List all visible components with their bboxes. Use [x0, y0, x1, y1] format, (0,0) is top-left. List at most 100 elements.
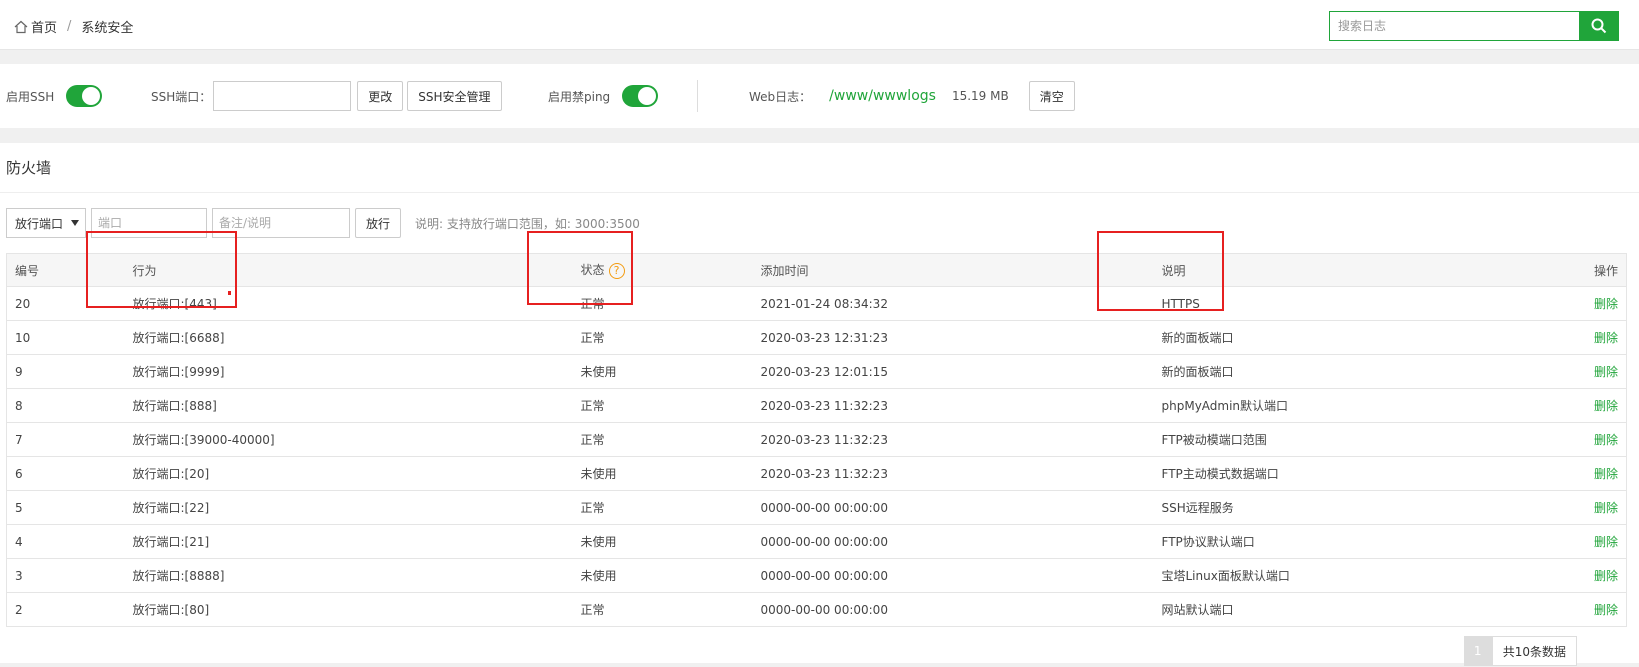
- cell-desc: phpMyAdmin默认端口: [1153, 388, 1527, 423]
- cell-time: 2020-03-23 11:32:23: [752, 456, 1154, 491]
- cell-desc: FTP被动模端口范围: [1153, 422, 1527, 457]
- ping-toggle[interactable]: [622, 85, 659, 107]
- cell-time: 2020-03-23 12:01:15: [752, 354, 1154, 389]
- help-icon[interactable]: ?: [608, 262, 625, 279]
- cell-desc: FTP协议默认端口: [1153, 524, 1527, 559]
- cell-id: 3: [6, 558, 125, 593]
- ssh-port-group: SSH端口： 更改 SSH安全管理: [151, 64, 502, 128]
- ping-label: 启用禁ping: [548, 89, 611, 104]
- cell-status: 未使用: [572, 354, 753, 389]
- home-icon[interactable]: [14, 20, 28, 34]
- port-input[interactable]: [91, 208, 207, 238]
- cell-status: 正常: [572, 422, 753, 457]
- cell-id: 8: [6, 388, 125, 423]
- cell-status: 未使用: [572, 558, 753, 593]
- table-row: 7 放行端口:[39000-40000] 正常 2020-03-23 11:32:23…: [6, 422, 1627, 457]
- cell-status: 正常: [572, 320, 753, 355]
- allow-port-button[interactable]: 放行: [355, 208, 402, 238]
- cell-time: 2020-03-23 11:32:23: [752, 422, 1154, 457]
- clear-log-button[interactable]: 清空: [1028, 81, 1075, 111]
- delete-link[interactable]: 删除: [1526, 422, 1627, 457]
- cell-action: 放行端口:[9999]: [124, 354, 573, 389]
- cell-id: 5: [6, 490, 125, 525]
- firewall-panel: 防火墙 放行端口 放行 说明: 支持放行端口范围，如: 3000:3500 编号…: [0, 143, 1639, 663]
- cell-id: 9: [6, 354, 125, 389]
- cell-status: 未使用: [572, 456, 753, 491]
- cell-action: 放行端口:[20]: [124, 456, 573, 491]
- cell-status: 正常: [572, 388, 753, 423]
- rule-type-select[interactable]: 放行端口: [6, 208, 86, 238]
- cell-status: 正常: [572, 592, 753, 627]
- delete-link[interactable]: 删除: [1526, 388, 1627, 423]
- breadcrumb-separator: /: [67, 19, 72, 34]
- cell-time: 0000-00-00 00:00:00: [752, 592, 1154, 627]
- caret-down-icon: [71, 220, 79, 226]
- cell-desc: 宝塔Linux面板默认端口: [1153, 558, 1527, 593]
- delete-link[interactable]: 删除: [1526, 320, 1627, 355]
- cell-action: 放行端口:[22]: [124, 490, 573, 525]
- web-log-path[interactable]: /www/wwwlogs: [829, 88, 936, 104]
- col-id: 编号: [6, 253, 125, 287]
- firewall-hint: 说明: 支持放行端口范围，如: 3000:3500: [415, 216, 640, 231]
- ssh-label: 启用SSH: [6, 89, 55, 104]
- table-row: 4 放行端口:[21] 未使用 0000-00-00 00:00:00 FTP协议默认端…: [6, 524, 1627, 559]
- cell-id: 2: [6, 592, 125, 627]
- breadcrumb-current: 系统安全: [81, 21, 134, 36]
- cell-action: 放行端口:[888]: [124, 388, 573, 423]
- cell-status: 未使用: [572, 524, 753, 559]
- col-time: 添加时间: [752, 253, 1154, 287]
- delete-link[interactable]: 删除: [1526, 286, 1627, 321]
- breadcrumb: 首页 / 系统安全: [14, 17, 133, 36]
- ssh-toggle[interactable]: [66, 85, 103, 107]
- web-log-label: Web日志：: [749, 89, 812, 104]
- web-log-group: Web日志： /www/wwwlogs 15.19 MB 清空: [749, 64, 1075, 128]
- cell-time: 2021-01-24 08:34:32: [752, 286, 1154, 321]
- search-input[interactable]: [1329, 11, 1579, 41]
- cell-time: 0000-00-00 00:00:00: [752, 558, 1154, 593]
- delete-link[interactable]: 删除: [1526, 354, 1627, 389]
- delete-link[interactable]: 删除: [1526, 592, 1627, 627]
- firewall-title: 防火墙: [0, 143, 1639, 193]
- cell-action: 放行端口:[8888]: [124, 558, 573, 593]
- search-button[interactable]: [1579, 11, 1619, 41]
- note-input[interactable]: [212, 208, 350, 238]
- page-total: 共10条数据: [1491, 636, 1577, 666]
- delete-link[interactable]: 删除: [1526, 524, 1627, 559]
- cell-action: 放行端口:[80]: [124, 592, 573, 627]
- search-icon: [1591, 18, 1607, 34]
- delete-link[interactable]: 删除: [1526, 558, 1627, 593]
- cell-desc: 新的面板端口: [1153, 320, 1527, 355]
- change-port-button[interactable]: 更改: [357, 81, 404, 111]
- cell-desc: 网站默认端口: [1153, 592, 1527, 627]
- col-op: 操作: [1526, 253, 1627, 287]
- ssh-port-input[interactable]: [213, 81, 352, 111]
- col-status-label: 状态: [580, 263, 605, 278]
- cell-id: 4: [6, 524, 125, 559]
- cell-time: 0000-00-00 00:00:00: [752, 524, 1154, 559]
- cell-time: 0000-00-00 00:00:00: [752, 490, 1154, 525]
- firewall-table: 编号 行为 状态? 添加时间 说明 操作 20 放行端口:[443] 正常 2021-…: [6, 253, 1627, 627]
- delete-link[interactable]: 删除: [1526, 456, 1627, 491]
- cell-time: 2020-03-23 11:32:23: [752, 388, 1154, 423]
- table-row: 8 放行端口:[888] 正常 2020-03-23 11:32:23 phpMyAdm…: [6, 388, 1627, 423]
- table-row: 5 放行端口:[22] 正常 0000-00-00 00:00:00 SSH远程服务 删除: [6, 490, 1627, 525]
- log-search: [1329, 11, 1619, 41]
- cell-status: 正常: [572, 490, 753, 525]
- page-current[interactable]: 1: [1463, 636, 1492, 666]
- ssh-security-button[interactable]: SSH安全管理: [407, 81, 502, 111]
- cell-time: 2020-03-23 12:31:23: [752, 320, 1154, 355]
- table-row: 9 放行端口:[9999] 未使用 2020-03-23 12:01:15 新的面板端口…: [6, 354, 1627, 389]
- delete-link[interactable]: 删除: [1526, 490, 1627, 525]
- cell-desc: HTTPS: [1153, 286, 1527, 321]
- table-row: 10 放行端口:[6688] 正常 2020-03-23 12:31:23 新的面板端口…: [6, 320, 1627, 355]
- pagination: 1 共10条数据: [1463, 636, 1577, 666]
- table-row: 2 放行端口:[80] 正常 0000-00-00 00:00:00 网站默认端口 删除: [6, 592, 1627, 627]
- cell-id: 10: [6, 320, 125, 355]
- breadcrumb-home[interactable]: 首页: [31, 17, 57, 36]
- cell-id: 20: [6, 286, 125, 321]
- ssh-toggle-group: 启用SSH: [6, 64, 103, 128]
- table-row: 3 放行端口:[8888] 未使用 0000-00-00 00:00:00 宝塔Linu…: [6, 558, 1627, 593]
- divider: [697, 80, 698, 112]
- col-desc: 说明: [1153, 253, 1527, 287]
- cell-desc: FTP主动模式数据端口: [1153, 456, 1527, 491]
